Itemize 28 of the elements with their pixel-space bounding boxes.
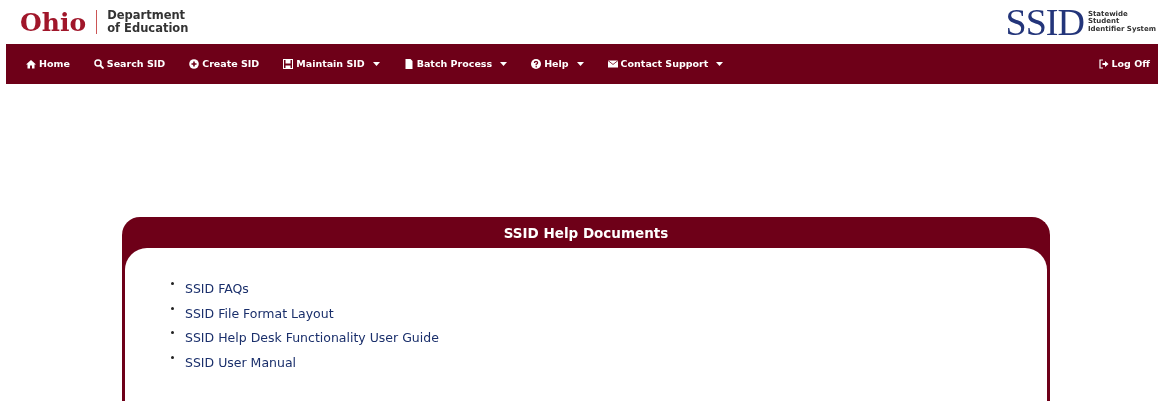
plus-circle-icon — [189, 59, 200, 69]
document-link[interactable]: SSID User Manual — [185, 354, 297, 370]
question-icon — [531, 59, 542, 69]
department-text: of Education — [107, 22, 189, 36]
document-link[interactable]: SSID FAQs — [185, 281, 249, 297]
bullet-icon — [171, 282, 174, 286]
bullet-icon — [171, 355, 174, 359]
document-link[interactable]: SSID File Format Layout — [185, 305, 334, 321]
document-link[interactable]: SSID Help Desk Functionality User Guide — [185, 330, 439, 346]
log-out-icon — [1098, 59, 1109, 69]
bullet-icon — [171, 306, 174, 310]
search-icon — [93, 59, 104, 69]
nav-link[interactable]: Search SID — [93, 52, 166, 76]
nav-link[interactable]: Contact Support — [607, 52, 724, 76]
department-text: Department — [107, 8, 186, 22]
nav-link[interactable]: Create SID — [189, 52, 260, 76]
bullet-icon — [171, 331, 174, 335]
ssid-logo: SSID — [1005, 3, 1084, 41]
nav-link[interactable]: Log Off — [1098, 52, 1150, 76]
envelope-icon — [607, 59, 618, 69]
home-icon — [26, 59, 36, 69]
nav-link[interactable]: Home — [26, 52, 70, 76]
ohio-logo: Ohio — [20, 9, 87, 35]
panel-title: SSID Help Documents — [502, 224, 670, 243]
nav-link[interactable]: Batch Process — [403, 52, 508, 76]
nav-link[interactable]: Maintain SID — [283, 52, 380, 76]
nav-link[interactable]: Help — [531, 52, 584, 76]
document-icon — [403, 59, 414, 69]
